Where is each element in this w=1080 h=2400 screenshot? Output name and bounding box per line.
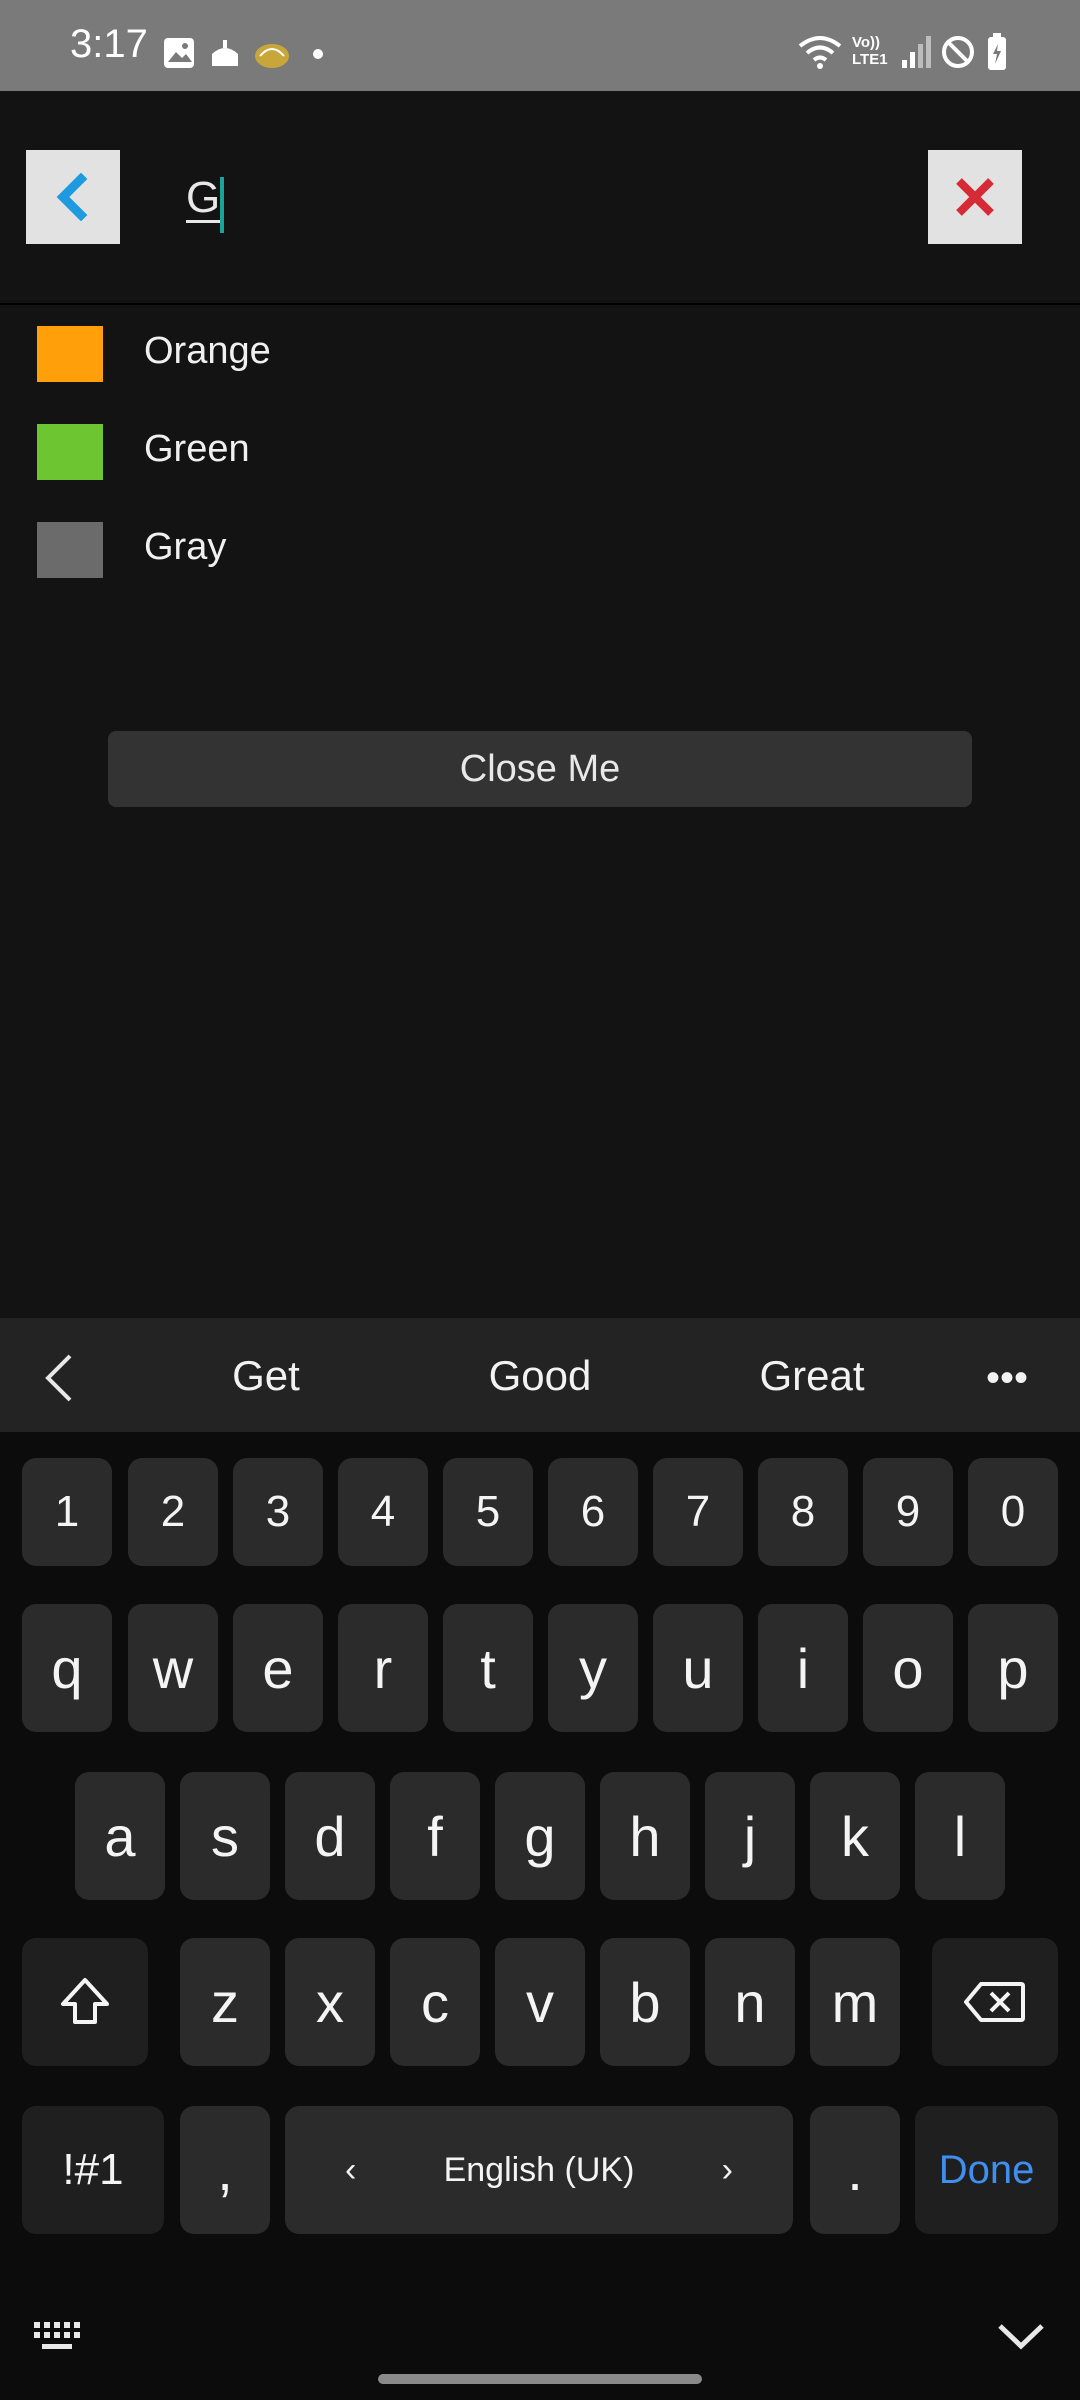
wifi-icon — [798, 36, 842, 69]
keyboard-switch-icon[interactable] — [32, 2318, 88, 2354]
app-notification-icon — [255, 44, 289, 68]
key-f[interactable]: f — [390, 1772, 480, 1900]
status-time: 3:17 — [70, 22, 148, 66]
status-bar: 3:17 Vo)) LTE1 — [0, 0, 1080, 91]
key-g[interactable]: g — [495, 1772, 585, 1900]
key-5[interactable]: 5 — [443, 1458, 533, 1566]
search-toolbar — [0, 91, 1080, 305]
list-item-label: Orange — [144, 330, 271, 372]
suggestion-1[interactable]: Get — [146, 1352, 386, 1400]
symbols-key[interactable]: !#1 — [22, 2106, 164, 2234]
key-t[interactable]: t — [443, 1604, 533, 1732]
key-o[interactable]: o — [863, 1604, 953, 1732]
backspace-key[interactable] — [932, 1938, 1058, 2066]
key-7[interactable]: 7 — [653, 1458, 743, 1566]
color-swatch — [37, 326, 103, 382]
gallery-icon — [164, 38, 194, 68]
done-key[interactable]: Done — [915, 2106, 1058, 2234]
chevron-left-icon[interactable] — [30, 1348, 90, 1408]
period-key[interactable]: . — [810, 2106, 900, 2234]
key-w[interactable]: w — [128, 1604, 218, 1732]
key-i[interactable]: i — [758, 1604, 848, 1732]
key-1[interactable]: 1 — [22, 1458, 112, 1566]
key-p[interactable]: p — [968, 1604, 1058, 1732]
key-8[interactable]: 8 — [758, 1458, 848, 1566]
key-6[interactable]: 6 — [548, 1458, 638, 1566]
list-item-orange[interactable]: Orange — [0, 306, 1080, 404]
key-3[interactable]: 3 — [233, 1458, 323, 1566]
color-swatch — [37, 424, 103, 480]
key-b[interactable]: b — [600, 1938, 690, 2066]
network-type-label: Vo)) LTE1 — [852, 34, 888, 68]
list-item-label: Gray — [144, 526, 227, 568]
key-k[interactable]: k — [810, 1772, 900, 1900]
mosque-notification-icon — [212, 40, 238, 66]
battery-charging-icon — [988, 33, 1006, 70]
key-z[interactable]: z — [180, 1938, 270, 2066]
key-v[interactable]: v — [495, 1938, 585, 2066]
key-9[interactable]: 9 — [863, 1458, 953, 1566]
more-suggestions-icon[interactable]: ••• — [986, 1356, 1028, 1401]
key-h[interactable]: h — [600, 1772, 690, 1900]
list-item-label: Green — [144, 428, 250, 470]
key-s[interactable]: s — [180, 1772, 270, 1900]
close-x-icon — [956, 178, 994, 216]
space-language-label: English (UK) — [443, 2150, 635, 2189]
suggestion-bar: Get Good Great ••• — [0, 1318, 1080, 1432]
keyboard: Get Good Great ••• 1 2 3 4 5 6 7 8 9 0 q… — [0, 1318, 1080, 2400]
key-a[interactable]: a — [75, 1772, 165, 1900]
suggestion-2[interactable]: Good — [420, 1352, 660, 1400]
signal-icon — [902, 36, 931, 68]
language-next-icon: › — [721, 2150, 733, 2189]
suggestion-3[interactable]: Great — [692, 1352, 932, 1400]
search-input[interactable] — [186, 163, 866, 233]
space-bar[interactable]: ‹ English (UK) › — [285, 2106, 793, 2234]
key-q[interactable]: q — [22, 1604, 112, 1732]
key-2[interactable]: 2 — [128, 1458, 218, 1566]
app-area: Orange Green Gray Close Me — [0, 91, 1080, 1318]
key-x[interactable]: x — [285, 1938, 375, 2066]
shift-key[interactable] — [22, 1938, 148, 2066]
key-j[interactable]: j — [705, 1772, 795, 1900]
close-me-button[interactable]: Close Me — [108, 731, 972, 807]
text-cursor — [220, 177, 224, 233]
key-0[interactable]: 0 — [968, 1458, 1058, 1566]
comma-key[interactable]: , — [180, 2106, 270, 2234]
key-c[interactable]: c — [390, 1938, 480, 2066]
key-n[interactable]: n — [705, 1938, 795, 2066]
key-l[interactable]: l — [915, 1772, 1005, 1900]
key-y[interactable]: y — [548, 1604, 638, 1732]
list-item-gray[interactable]: Gray — [0, 502, 1080, 600]
key-d[interactable]: d — [285, 1772, 375, 1900]
key-4[interactable]: 4 — [338, 1458, 428, 1566]
color-swatch — [37, 522, 103, 578]
language-prev-icon: ‹ — [345, 2150, 357, 2189]
backspace-icon — [964, 1982, 1025, 2022]
back-button[interactable] — [26, 150, 120, 244]
hide-keyboard-chevron-down-icon[interactable] — [996, 2318, 1046, 2354]
key-u[interactable]: u — [653, 1604, 743, 1732]
clear-search-button[interactable] — [928, 150, 1022, 244]
home-indicator[interactable] — [378, 2374, 702, 2384]
key-e[interactable]: e — [233, 1604, 323, 1732]
more-notifications-dot-icon — [313, 49, 323, 59]
list-item-green[interactable]: Green — [0, 404, 1080, 502]
do-not-disturb-icon — [942, 36, 974, 68]
shift-arrow-icon — [61, 1978, 109, 2024]
key-r[interactable]: r — [338, 1604, 428, 1732]
chevron-left-icon — [56, 173, 88, 221]
key-m[interactable]: m — [810, 1938, 900, 2066]
